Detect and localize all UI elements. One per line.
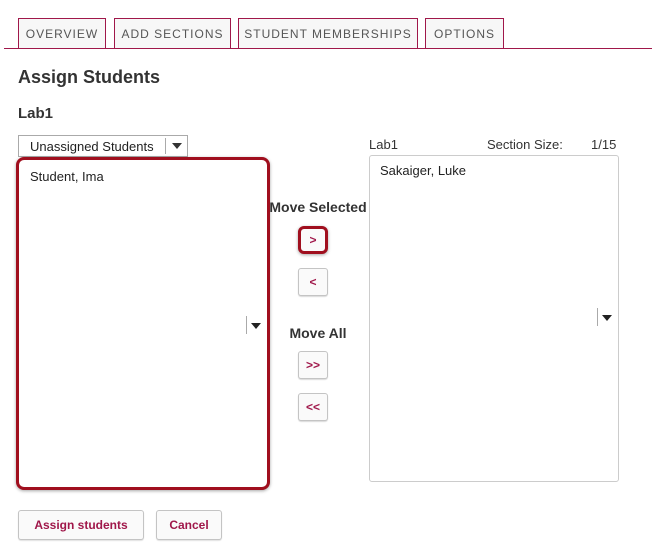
section-size-value: 1/15	[591, 137, 617, 152]
list-item[interactable]: Student, Ima	[30, 169, 104, 184]
scroll-down-arrow-icon[interactable]	[251, 323, 261, 329]
move-selected-right-button[interactable]: >	[298, 226, 328, 254]
page-title: Assign Students	[18, 67, 161, 87]
move-all-left-button[interactable]: <<	[298, 393, 328, 421]
unassigned-students-list[interactable]: Student, Ima	[16, 157, 270, 490]
chevron-down-icon[interactable]	[172, 143, 182, 149]
target-section-label: Lab1	[369, 137, 398, 152]
move-selected-left-button[interactable]: <	[298, 268, 328, 296]
dropdown-divider	[165, 138, 166, 154]
list-item[interactable]: Sakaiger, Luke	[380, 163, 466, 178]
section-tabs: OVERVIEW ADD SECTIONS STUDENT MEMBERSHIP…	[0, 0, 652, 49]
section-name-heading: Lab1	[18, 105, 54, 122]
move-all-label: Move All	[289, 325, 347, 341]
scroll-divider	[597, 308, 598, 326]
scroll-divider	[246, 316, 247, 334]
move-all-right-button[interactable]: >>	[298, 351, 328, 379]
section-size-label: Section Size:	[487, 137, 563, 152]
cancel-button[interactable]: Cancel	[156, 510, 222, 540]
scroll-down-arrow-icon[interactable]	[602, 315, 612, 321]
tab-add-sections[interactable]: ADD SECTIONS	[114, 18, 231, 49]
move-selected-label: Move Selected	[269, 199, 367, 215]
tab-student-memberships[interactable]: STUDENT MEMBERSHIPS	[238, 18, 418, 49]
tab-overview[interactable]: OVERVIEW	[18, 18, 106, 49]
source-group-select[interactable]: Unassigned Students	[18, 135, 188, 157]
section-members-list[interactable]: Sakaiger, Luke	[369, 155, 619, 482]
assign-students-button[interactable]: Assign students	[18, 510, 144, 540]
tab-underline	[4, 48, 652, 49]
tab-options[interactable]: OPTIONS	[425, 18, 504, 49]
source-group-selected-value: Unassigned Students	[30, 139, 154, 154]
